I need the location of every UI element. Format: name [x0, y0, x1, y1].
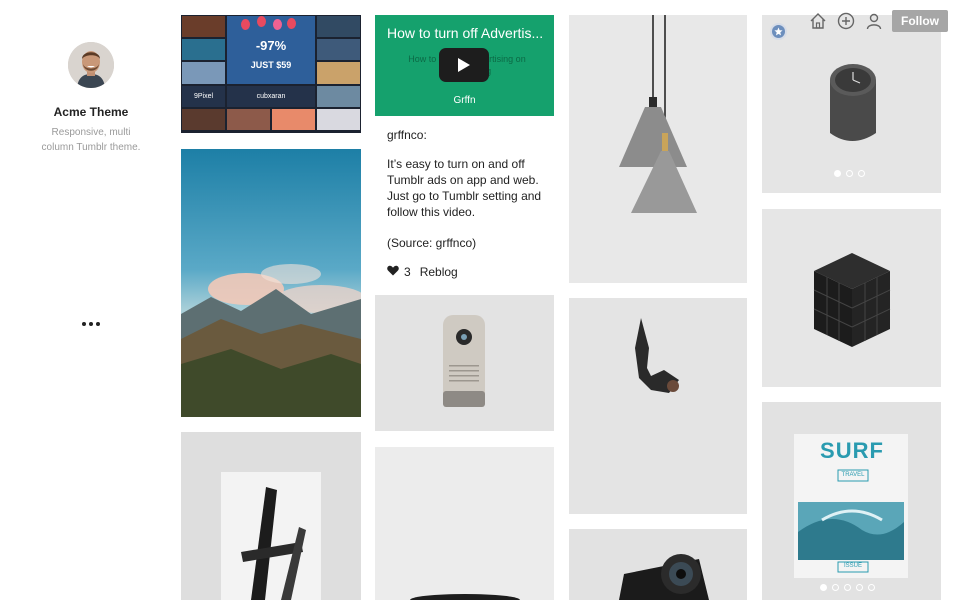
slide-dot[interactable] [868, 584, 875, 591]
post-body: It’s easy to turn on and off Tumblr ads … [387, 157, 542, 219]
slide-dot[interactable] [856, 584, 863, 591]
follow-button[interactable]: Follow [892, 10, 948, 32]
post-author[interactable]: grffnco: [387, 128, 427, 142]
slide-dot[interactable] [858, 170, 865, 177]
sculpture-photo[interactable] [181, 432, 361, 600]
user-icon[interactable] [864, 11, 884, 31]
promo-percent: -97% [255, 38, 287, 53]
play-button[interactable] [439, 48, 489, 82]
reblog-link[interactable]: Reblog [420, 265, 458, 279]
clock-photoset[interactable] [762, 15, 941, 193]
magazine-tag-bottom: ISSUE [843, 563, 862, 569]
slide-dot[interactable] [820, 584, 827, 591]
magazine-tag-top: TRAVEL [841, 472, 865, 478]
camera-top-photo[interactable] [375, 447, 554, 600]
play-icon [458, 58, 470, 72]
diver-photo[interactable] [569, 298, 747, 514]
post-source[interactable]: (Source: grffnco) [387, 236, 476, 250]
pendant-lamps-photo[interactable] [569, 15, 747, 283]
speaker-photo[interactable] [375, 295, 554, 431]
home-icon[interactable] [808, 11, 828, 31]
blog-description: Responsive, multi column Tumblr theme. [41, 127, 141, 153]
slide-dot[interactable] [844, 584, 851, 591]
blog-title[interactable]: Acme Theme [0, 105, 182, 119]
video-brand: Grffn [453, 95, 476, 106]
magazine-slideshow-dots [820, 584, 875, 591]
magazine-photoset[interactable]: SURF TRAVEL ISSUE [762, 402, 941, 600]
cube-photo[interactable] [762, 209, 941, 387]
slide-dot[interactable] [834, 170, 841, 177]
heart-icon[interactable] [387, 265, 399, 279]
slide-dot[interactable] [832, 584, 839, 591]
logo-left: 9Pixel [182, 85, 225, 107]
slide-dot[interactable] [846, 170, 853, 177]
camera-photo[interactable] [569, 529, 747, 600]
mountain-photo[interactable] [181, 149, 361, 417]
promo-price: JUST $59 [250, 60, 292, 70]
video-player[interactable]: How to turn off Advertis... How to turn … [375, 15, 554, 116]
star-badge-icon[interactable] [770, 23, 787, 40]
clock-slideshow-dots [834, 170, 865, 177]
magazine-title: SURF [820, 438, 884, 463]
logo-right: cubxaran [227, 85, 315, 107]
top-bar: Follow [808, 10, 948, 32]
sidebar: Acme Theme Responsive, multi column Tumb… [0, 0, 182, 600]
note-count[interactable]: 3 [404, 265, 411, 279]
collage-image[interactable]: -97% JUST $59 9Pixel cubxaran [181, 15, 361, 133]
video-title[interactable]: How to turn off Advertis... [387, 25, 547, 41]
ellipsis-icon[interactable] [82, 318, 100, 330]
promo-banner: -97% JUST $59 [227, 16, 315, 84]
avatar[interactable] [68, 42, 114, 88]
plus-circle-icon[interactable] [836, 11, 856, 31]
post-actions: 3 Reblog [387, 265, 458, 279]
